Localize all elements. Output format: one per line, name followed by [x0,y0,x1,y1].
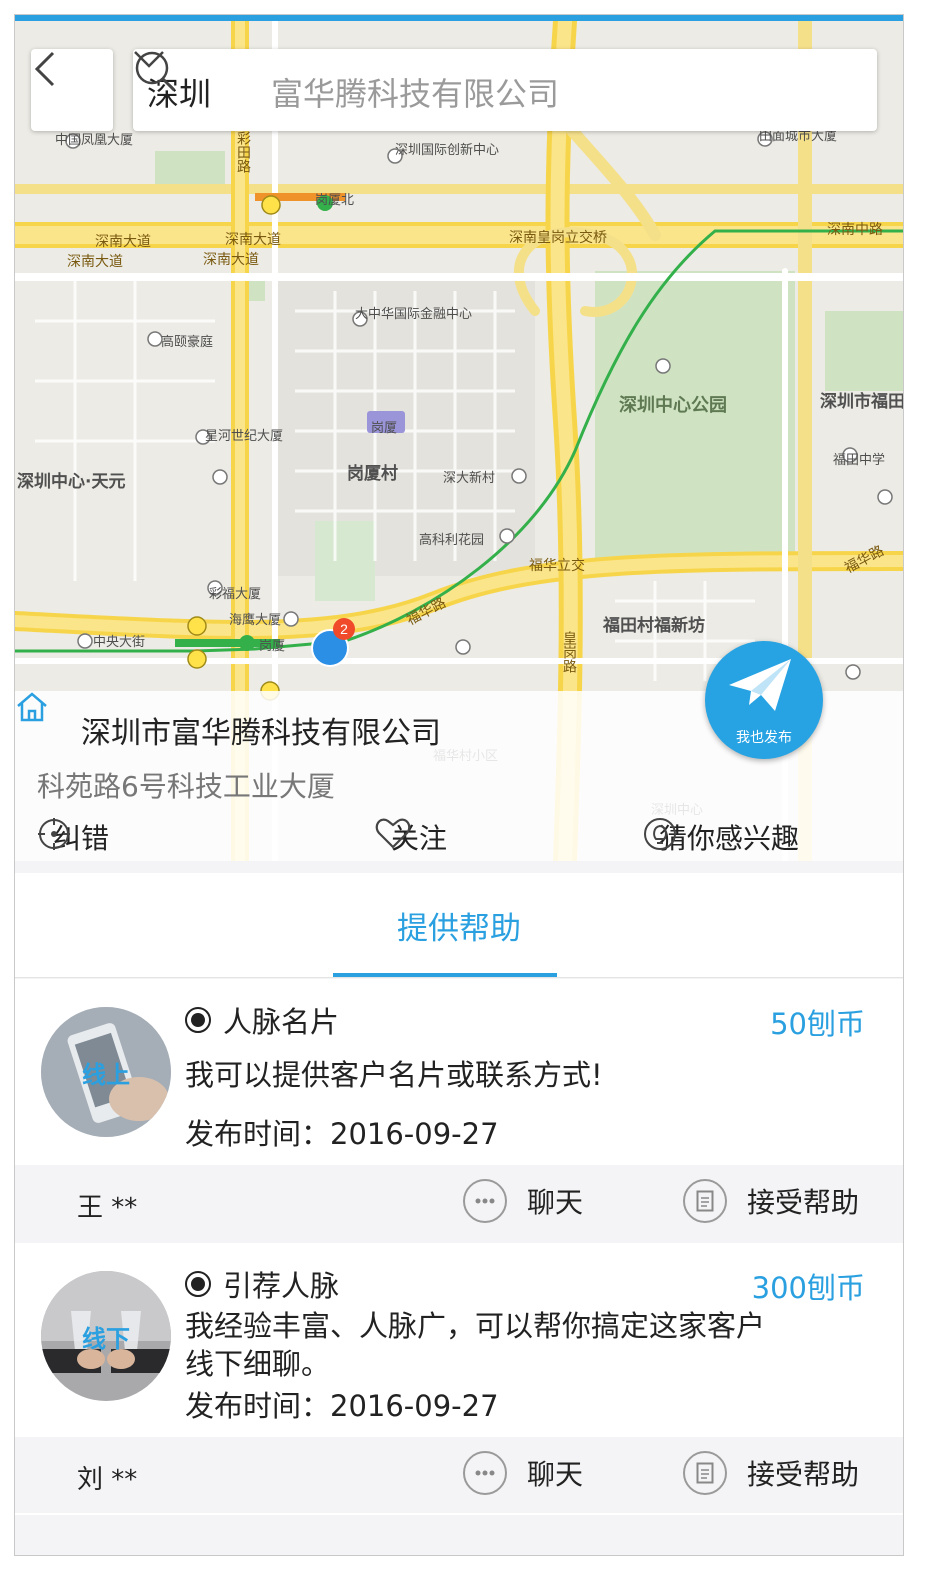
accept-help-label: 接受帮助 [747,1458,860,1491]
avatar-tag: 线上 [82,1061,130,1089]
avatar[interactable]: 线上 [41,1007,171,1137]
map-label: 岗厦北 [315,193,355,208]
post-user: 王 ** [77,1193,138,1223]
chat-button[interactable]: 聊天 [463,1179,583,1223]
lightbulb-icon [644,818,676,850]
search-bar[interactable]: 深圳 富华腾科技有限公司 [133,49,877,131]
accept-help-button[interactable]: 接受帮助 [683,1451,859,1495]
publish-fab-button[interactable]: 我也发布 [705,641,823,759]
post-description-line: 我可以提供客户名片或联系方式! [185,1058,603,1092]
map-label: 岗厦 [259,639,286,654]
map-label: 深圳中心·天元 [17,472,126,492]
map-label: 皇岗路 [561,631,577,673]
post-description-line: 线下细聊。 [185,1347,331,1381]
map-label: 福田村福新坊 [603,616,705,636]
accept-help-label: 接受帮助 [747,1186,860,1219]
chat-bubble-icon [463,1451,507,1495]
app-screen: 中国凤凰大厦 深圳国际创新中心 岗厦北 田面城市大厦 深南大道 深南大道 深南大道 深南大道深… [14,14,904,1556]
map-label: 彩福大厦 [209,587,262,602]
accept-help-button[interactable]: 接受帮助 [683,1179,859,1223]
avatar[interactable]: 线下 [41,1271,171,1401]
post-time: 发布时间：2016-09-27 [185,1389,499,1423]
avatar-tag: 线下 [82,1325,130,1353]
search-input[interactable]: 富华腾科技有限公司 [271,69,559,115]
tab-bar: 提供帮助 [15,873,903,978]
chat-label: 聊天 [527,1186,584,1219]
recommend-button[interactable]: 猜你感兴趣 [643,817,799,857]
document-icon [683,1451,727,1495]
heart-icon [375,818,411,849]
map-label: 彩田路 [235,131,251,173]
post-footer: 刘 ** 聊天 接受帮助 [15,1437,903,1513]
marker-count-badge: 2 [333,618,355,640]
follow-button[interactable]: 关注 [375,817,447,857]
tab-active-indicator [333,973,557,977]
chat-button[interactable]: 聊天 [463,1451,583,1495]
post-footer: 王 ** 聊天 接受帮助 [15,1165,903,1241]
map-label: 深南大道 [67,254,123,270]
radio-icon [185,1271,211,1297]
map-label: 岗厦 [371,421,398,436]
post-price: 300刨币 [751,1271,865,1305]
post-title: 引荐人脉 [185,1263,339,1305]
place-address: 科苑路6号科技工业大厦 [37,770,335,803]
post-title-text: 引荐人脉 [223,1269,340,1303]
map-label: 大中华国际金融中心 [355,307,473,322]
post-description-line: 我经验丰富、人脉广，可以帮你搞定这家客户 [185,1309,766,1343]
chevron-left-icon [34,51,55,87]
report-error-button[interactable]: 纠错 [37,817,109,857]
map-label: 高颐豪庭 [161,335,214,350]
tab-provide-help[interactable]: 提供帮助 [15,903,903,948]
back-button[interactable] [31,49,113,131]
post-title: 人脉名片 [185,999,339,1041]
post-description: 我经验丰富、人脉广，可以帮你搞定这家客户 线下细聊。 [185,1307,765,1383]
document-icon [683,1179,727,1223]
post-price: 50刨币 [770,1007,865,1041]
search-icon[interactable] [133,49,177,93]
paper-plane-icon [729,659,791,711]
map-label: 深圳国际创新中心 [395,143,500,158]
map-label: 福田中学 [833,453,886,468]
map-label: 深南皇岗立交桥 [509,230,607,246]
map-label: 深大新村 [443,471,496,486]
chat-bubble-icon [463,1179,507,1223]
map-label: 中国凤凰大厦 [55,133,134,148]
crosshair-icon [38,818,70,850]
map-view[interactable]: 中国凤凰大厦 深圳国际创新中心 岗厦北 田面城市大厦 深南大道 深南大道 深南大道 深南大道深… [15,21,903,861]
map-label: 海鹰大厦 [229,613,282,628]
map-label: 中央大街 [93,635,146,650]
map-label: 深圳市福田 [820,392,903,412]
map-label: 深南大道 [203,252,259,268]
map-label: 深南中路 [827,222,883,238]
help-post: 线下 引荐人脉 300刨币 我经验丰富、人脉广，可以帮你搞定这家客户 线下细聊。… [15,1243,903,1515]
place-name: 深圳市富华腾科技有限公司 [81,716,441,751]
home-icon [17,692,47,722]
map-label: 福华立交 [529,558,585,574]
map-label: 高科利花园 [419,533,485,548]
map-label: 星河世纪大厦 [205,429,284,444]
recommend-label: 猜你感兴趣 [659,822,800,855]
map-label: 深圳中心公园 [619,395,727,416]
post-time: 发布时间：2016-09-27 [185,1117,499,1151]
map-label: 岗厦村 [347,464,398,484]
help-post: 线上 人脉名片 50刨币 我可以提供客户名片或联系方式! 发布时间：2016-0… [15,979,903,1241]
post-description: 我可以提供客户名片或联系方式! [185,1055,603,1095]
publish-fab-label: 我也发布 [736,730,792,746]
chat-label: 聊天 [527,1458,584,1491]
post-user: 刘 ** [77,1465,138,1495]
map-label: 深南大道 [95,234,151,250]
post-title-text: 人脉名片 [223,1005,340,1039]
radio-icon [185,1007,211,1033]
map-label: 深南大道 [225,232,281,248]
